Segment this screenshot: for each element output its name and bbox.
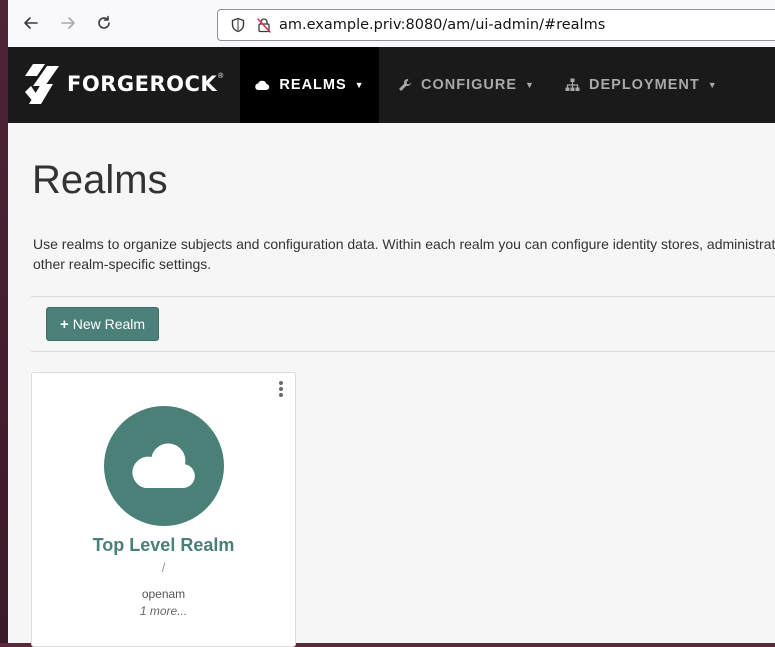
new-realm-label: New Realm (72, 316, 146, 332)
realm-name[interactable]: Top Level Realm (32, 535, 295, 556)
shield-icon[interactable] (230, 17, 246, 33)
trademark-mark: ® (218, 72, 224, 80)
forgerock-logo[interactable]: FORGEROCK ® (23, 62, 223, 106)
main-content: Realms Use realms to organize subjects a… (8, 123, 775, 647)
nav-configure[interactable]: CONFIGURE ▼ (398, 47, 535, 123)
page-description: Use realms to organize subjects and conf… (33, 234, 775, 274)
realm-more-aliases[interactable]: 1 more... (32, 604, 295, 618)
caret-down-icon: ▼ (354, 80, 365, 90)
browser-toolbar: am.example.priv:8080/am/ui-admin/#realms (8, 0, 775, 48)
cloud-icon (132, 443, 195, 488)
app-header: FORGEROCK ® REALMS ▼ CONFIGURE ▼ DEPLOYM… (8, 47, 775, 123)
nav-realms-label: REALMS (279, 77, 347, 93)
new-realm-button[interactable]: + New Realm (46, 307, 159, 341)
realm-avatar[interactable] (104, 406, 224, 526)
logo-text: FORGEROCK (67, 72, 218, 96)
sitemap-icon (565, 78, 580, 92)
arrow-left-icon (24, 17, 38, 29)
realm-alias: openam (141, 587, 186, 601)
realm-path: / (161, 560, 166, 575)
cloud-icon (254, 79, 270, 91)
reload-button[interactable] (93, 12, 115, 34)
description-line-1: Use realms to organize subjects and conf… (33, 236, 775, 252)
caret-down-icon: ▼ (707, 80, 718, 90)
kebab-menu-icon[interactable] (277, 381, 285, 399)
url-text[interactable]: am.example.priv:8080/am/ui-admin/#realms (279, 17, 605, 33)
nav-deployment[interactable]: DEPLOYMENT ▼ (565, 47, 718, 123)
desktop-background (0, 0, 8, 643)
wrench-icon (398, 78, 412, 92)
reload-icon (98, 15, 110, 29)
caret-down-icon: ▼ (525, 80, 535, 90)
forgerock-mark-icon (25, 64, 59, 104)
nav-deployment-label: DEPLOYMENT (589, 77, 700, 93)
forward-button[interactable] (57, 12, 79, 34)
arrow-right-icon (61, 17, 75, 29)
realm-card[interactable]: Top Level Realm / openam 1 more... (31, 372, 296, 647)
insecure-lock-icon[interactable] (256, 17, 272, 33)
description-line-2: other realm-specific settings. (33, 256, 212, 272)
nav-realms[interactable]: REALMS ▼ (240, 47, 379, 123)
divider (31, 296, 775, 297)
address-bar[interactable]: am.example.priv:8080/am/ui-admin/#realms (217, 9, 775, 41)
page-title: Realms (32, 158, 168, 202)
nav-configure-label: CONFIGURE (421, 77, 517, 93)
divider (31, 351, 775, 352)
plus-icon: + (59, 315, 69, 333)
back-button[interactable] (20, 12, 42, 34)
